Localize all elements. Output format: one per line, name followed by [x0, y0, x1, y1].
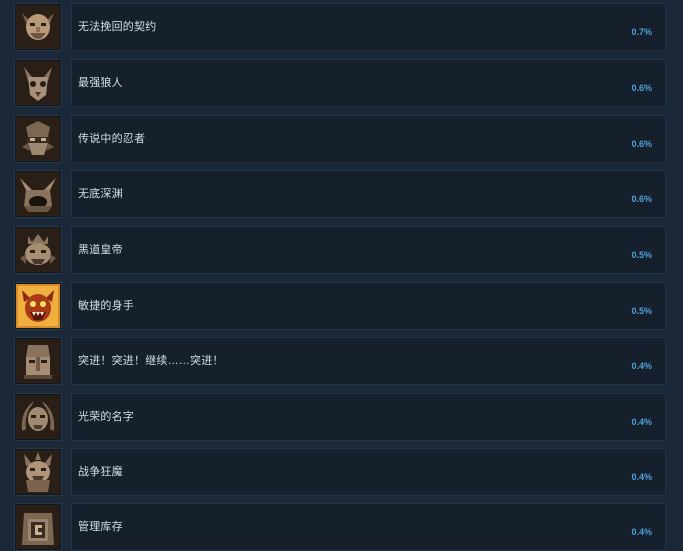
achievement-row[interactable]: 敏捷的身手 0.5% [14, 282, 666, 330]
achievement-row[interactable]: 无底深渊 0.6% [14, 170, 666, 218]
achievement-info-panel: 传说中的忍者 0.6% [71, 115, 666, 163]
achievement-icon-frame [14, 393, 62, 441]
achievement-row[interactable]: 光荣的名字 0.4% [14, 393, 666, 441]
achievement-icon-frame [14, 170, 62, 218]
achievement-name: 无法挽回的契约 [78, 21, 157, 33]
achievement-unlock-percent: 0.5% [631, 306, 652, 316]
wolf-skull-icon [16, 61, 60, 105]
abyss-horns-icon [16, 172, 60, 216]
achievement-info-panel: 无法挽回的契约 0.7% [71, 3, 666, 51]
achievement-unlock-percent: 0.4% [631, 527, 652, 537]
achievement-icon-frame [14, 115, 62, 163]
achievement-info-panel: 光荣的名字 0.4% [71, 393, 666, 441]
achievement-unlock-percent: 0.4% [631, 361, 652, 371]
achievement-unlock-percent: 0.7% [631, 27, 652, 37]
achievement-info-panel: 管理库存 0.4% [71, 503, 666, 551]
achievement-name: 黑道皇帝 [78, 244, 123, 256]
achievement-unlock-percent: 0.4% [631, 472, 652, 482]
achievement-info-panel: 黑道皇帝 0.5% [71, 226, 666, 274]
emperor-crown-icon [16, 228, 60, 272]
achievement-list: 无法挽回的契约 0.7% 最强狼人 0.6% 传说中的忍者 0.6% 无底深渊 … [0, 0, 683, 551]
achievement-row[interactable]: 最强狼人 0.6% [14, 59, 666, 107]
achievement-row[interactable]: 管理库存 0.4% [14, 503, 666, 551]
achievement-unlock-percent: 0.6% [631, 139, 652, 149]
achievement-icon-frame [14, 448, 62, 496]
achievement-icon-frame [14, 282, 62, 330]
achievement-icon-frame [14, 503, 62, 551]
achievement-row[interactable]: 战争狂魔 0.4% [14, 448, 666, 496]
achievement-name: 最强狼人 [78, 77, 123, 89]
achievement-name: 敏捷的身手 [78, 300, 134, 312]
achievement-info-panel: 敏捷的身手 0.5% [71, 282, 666, 330]
achievement-icon-frame [14, 59, 62, 107]
achievement-unlock-percent: 0.6% [631, 194, 652, 204]
achievement-icon-frame [14, 337, 62, 385]
war-demon-icon [16, 450, 60, 494]
achievement-unlock-percent: 0.6% [631, 83, 652, 93]
achievement-name: 突进！突进！继续……突进！ [78, 355, 224, 367]
achievement-info-panel: 最强狼人 0.6% [71, 59, 666, 107]
inventory-chest-icon [16, 505, 60, 549]
achievement-icon-frame [14, 226, 62, 274]
ninja-mask-icon [16, 117, 60, 161]
achievement-name: 无底深渊 [78, 188, 123, 200]
achievement-name: 战争狂魔 [78, 466, 123, 478]
achievement-info-panel: 无底深渊 0.6% [71, 170, 666, 218]
achievement-info-panel: 突进！突进！继续……突进！ 0.4% [71, 337, 666, 385]
achievement-name: 管理库存 [78, 521, 123, 533]
golden-demon-icon [16, 284, 60, 328]
achievement-unlock-percent: 0.4% [631, 417, 652, 427]
achievement-name: 光荣的名字 [78, 411, 134, 423]
achievement-info-panel: 战争狂魔 0.4% [71, 448, 666, 496]
dwarf-face-icon [16, 5, 60, 49]
achievement-row[interactable]: 黑道皇帝 0.5% [14, 226, 666, 274]
laurel-face-icon [16, 395, 60, 439]
warrior-helmet-icon [16, 339, 60, 383]
achievement-row[interactable]: 无法挽回的契约 0.7% [14, 3, 666, 51]
achievement-icon-frame [14, 3, 62, 51]
achievement-unlock-percent: 0.5% [631, 250, 652, 260]
achievement-row[interactable]: 传说中的忍者 0.6% [14, 115, 666, 163]
achievement-row[interactable]: 突进！突进！继续……突进！ 0.4% [14, 337, 666, 385]
achievement-name: 传说中的忍者 [78, 133, 146, 145]
